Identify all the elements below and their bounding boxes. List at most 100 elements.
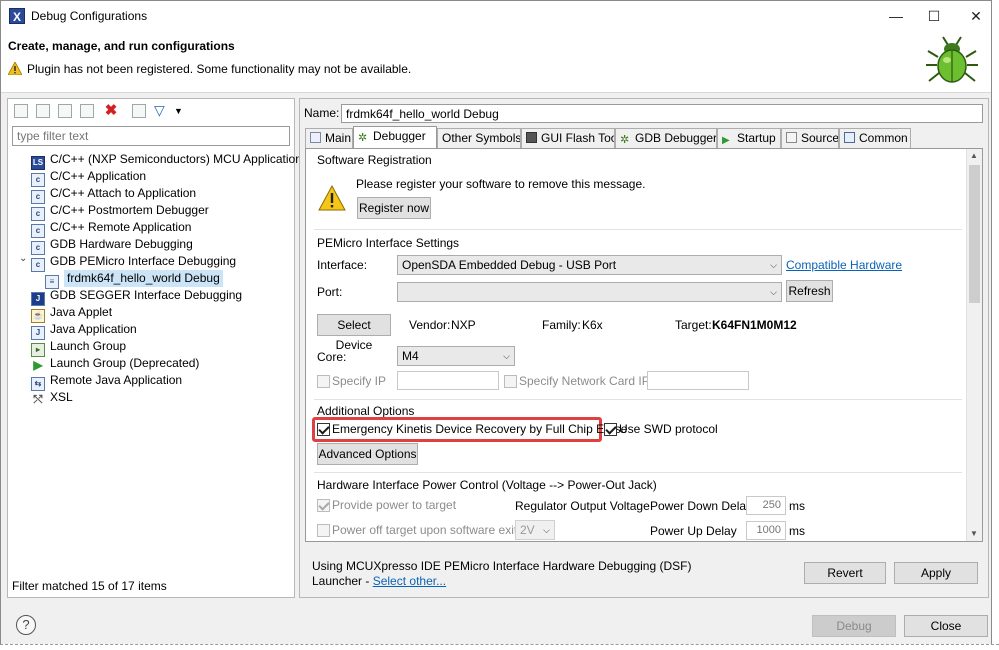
tab-startup[interactable]: ▶ Startup: [717, 128, 781, 148]
provide-power-checkbox[interactable]: [317, 499, 330, 512]
warning-icon: [8, 62, 22, 75]
power-off-checkbox[interactable]: [317, 524, 330, 537]
power-control-title: Hardware Interface Power Control (Voltag…: [317, 478, 657, 492]
refresh-button[interactable]: Refresh: [786, 280, 833, 302]
chevron-down-icon: ⌵: [770, 287, 777, 297]
power-down-delay-input[interactable]: 250: [746, 496, 786, 515]
chevron-down-icon: ⌵: [503, 351, 510, 361]
config-toolbar: ✖ ▽ ▼: [12, 102, 292, 122]
tree-item-cpp-postmortem[interactable]: c C/C++ Postmortem Debugger: [31, 202, 209, 221]
vendor-label: Vendor:: [409, 318, 451, 332]
regulator-output-label: Regulator Output Voltage: [515, 499, 650, 513]
power-up-delay-input[interactable]: 1000: [746, 521, 786, 540]
tree-item-gdb-hardware[interactable]: c GDB Hardware Debugging: [31, 236, 193, 255]
voltage-select[interactable]: 2V ⌵: [515, 520, 555, 540]
vertical-scrollbar[interactable]: ▲ ▼: [966, 149, 982, 541]
scroll-down-icon[interactable]: ▼: [970, 529, 978, 538]
tree-item-xsl[interactable]: ⤲ XSL: [31, 389, 73, 408]
debug-button[interactable]: Debug: [812, 615, 896, 637]
emergency-recovery-checkbox[interactable]: [317, 423, 330, 436]
tree-item-frdmk64f-config[interactable]: ≡ frdmk64f_hello_world Debug: [45, 270, 223, 289]
delete-configuration-icon[interactable]: ✖: [103, 103, 119, 119]
filter-menu-chevron-icon[interactable]: ▼: [174, 103, 183, 119]
chevron-down-icon: ⌵: [543, 525, 550, 535]
launcher-line: Launcher - Select other...: [312, 574, 447, 588]
pemicro-settings-title: PEMicro Interface Settings: [317, 236, 460, 250]
torn-edge-bottom: [0, 644, 999, 650]
launcher-description: Using MCUXpresso IDE PEMicro Interface H…: [312, 559, 692, 573]
family-label: Family:: [542, 318, 581, 332]
help-icon[interactable]: ?: [16, 615, 36, 635]
provide-power-label: Provide power to target: [332, 498, 457, 512]
group-divider: [314, 472, 962, 473]
export-configuration-icon[interactable]: [58, 104, 72, 118]
tab-gui-flash-tool[interactable]: GUI Flash Tool: [521, 128, 615, 148]
ip-address-input[interactable]: [397, 371, 499, 390]
c-icon: c: [31, 258, 45, 272]
tab-main[interactable]: Main: [305, 128, 353, 148]
register-now-button[interactable]: Register now: [357, 197, 431, 219]
scroll-up-icon[interactable]: ▲: [970, 151, 978, 160]
dialog-header: Create, manage, and run configurations P…: [1, 31, 991, 93]
configuration-list-panel: ✖ ▽ ▼ LSC/C++ (NXP Semiconductors) MCU A…: [7, 98, 302, 598]
tab-other-symbols[interactable]: Other Symbols: [437, 128, 521, 148]
scroll-thumb[interactable]: [969, 165, 980, 303]
new-configuration-icon[interactable]: [14, 104, 28, 118]
group-divider: [314, 229, 962, 230]
apply-button[interactable]: Apply: [894, 562, 978, 584]
configuration-name-input[interactable]: [341, 104, 983, 123]
tree-item-java-applet[interactable]: ☕ Java Applet: [31, 304, 112, 323]
minimize-button[interactable]: —: [885, 5, 907, 27]
emergency-recovery-label: Emergency Kinetis Device Recovery by Ful…: [332, 422, 628, 436]
registration-warning-icon: [318, 185, 346, 211]
name-label: Name:: [304, 106, 340, 120]
power-off-label: Power off target upon software exit: [332, 523, 518, 537]
tree-item-gdb-segger[interactable]: J GDB SEGGER Interface Debugging: [31, 287, 242, 306]
additional-options-title: Additional Options: [317, 404, 415, 418]
power-up-unit: ms: [789, 524, 805, 538]
tree-item-cpp-remote[interactable]: c C/C++ Remote Application: [31, 219, 191, 238]
new-prototype-icon[interactable]: [36, 104, 50, 118]
close-button[interactable]: Close: [904, 615, 988, 637]
tree-item-cpp-attach[interactable]: c C/C++ Attach to Application: [31, 185, 196, 204]
filter-input[interactable]: [12, 126, 290, 146]
registration-message: Please register your software to remove …: [356, 177, 646, 191]
tree-item-java-application[interactable]: J Java Application: [31, 321, 137, 340]
duplicate-configuration-icon[interactable]: [80, 104, 94, 118]
tree-item-launch-group-deprecated[interactable]: ▶ Launch Group (Deprecated): [31, 355, 199, 373]
tab-common[interactable]: Common: [839, 128, 911, 148]
maximize-button[interactable]: ☐: [923, 5, 945, 27]
specify-network-card-checkbox[interactable]: [504, 375, 517, 388]
tree-item-remote-java[interactable]: ⇆ Remote Java Application: [31, 372, 182, 391]
advanced-options-button[interactable]: Advanced Options: [317, 443, 418, 465]
tree-item-gdb-pemicro[interactable]: c GDB PEMicro Interface Debugging: [31, 253, 236, 272]
tab-gdb-debugger[interactable]: ✲ GDB Debugger: [615, 128, 717, 148]
interface-select[interactable]: OpenSDA Embedded Debug - USB Port ⌵: [397, 255, 782, 275]
port-select[interactable]: ⌵: [397, 282, 782, 302]
tab-debugger[interactable]: ✲ Debugger: [353, 126, 437, 148]
eclipse-app-icon: X: [9, 8, 25, 24]
collapse-all-icon[interactable]: [132, 104, 146, 118]
tree-item-cpp-application[interactable]: c C/C++ Application: [31, 168, 146, 187]
target-value: K64FN1M0M12: [712, 318, 797, 332]
debug-configurations-window: X Debug Configurations — ☐ ✕ Create, man…: [0, 0, 992, 646]
tree-item-launch-group[interactable]: ▸ Launch Group: [31, 338, 126, 357]
group-divider: [314, 399, 962, 400]
expanded-chevron-icon[interactable]: ⌄: [19, 253, 27, 264]
network-card-ip-input[interactable]: [647, 371, 749, 390]
use-swd-checkbox[interactable]: [604, 423, 617, 436]
gdb-bug-icon: ✲: [620, 134, 630, 146]
tree-item-nxp-mcu-application[interactable]: LS C/C++ (NXP Semiconductors) MCU Applica…: [31, 151, 302, 170]
revert-button[interactable]: Revert: [804, 562, 886, 584]
select-device-button[interactable]: Select Device: [317, 314, 391, 352]
specify-ip-checkbox[interactable]: [317, 375, 330, 388]
core-select[interactable]: M4 ⌵: [397, 346, 515, 366]
tab-source[interactable]: Source: [781, 128, 839, 148]
interface-label: Interface:: [317, 258, 368, 272]
specify-ip-label: Specify IP: [332, 374, 387, 388]
filter-icon[interactable]: ▽: [154, 102, 170, 118]
close-window-button[interactable]: ✕: [965, 5, 987, 27]
filter-status-text: Filter matched 15 of 17 items: [12, 579, 167, 593]
select-other-link[interactable]: Select other...: [373, 574, 446, 588]
compatible-hardware-link[interactable]: Compatible Hardware: [786, 258, 902, 272]
